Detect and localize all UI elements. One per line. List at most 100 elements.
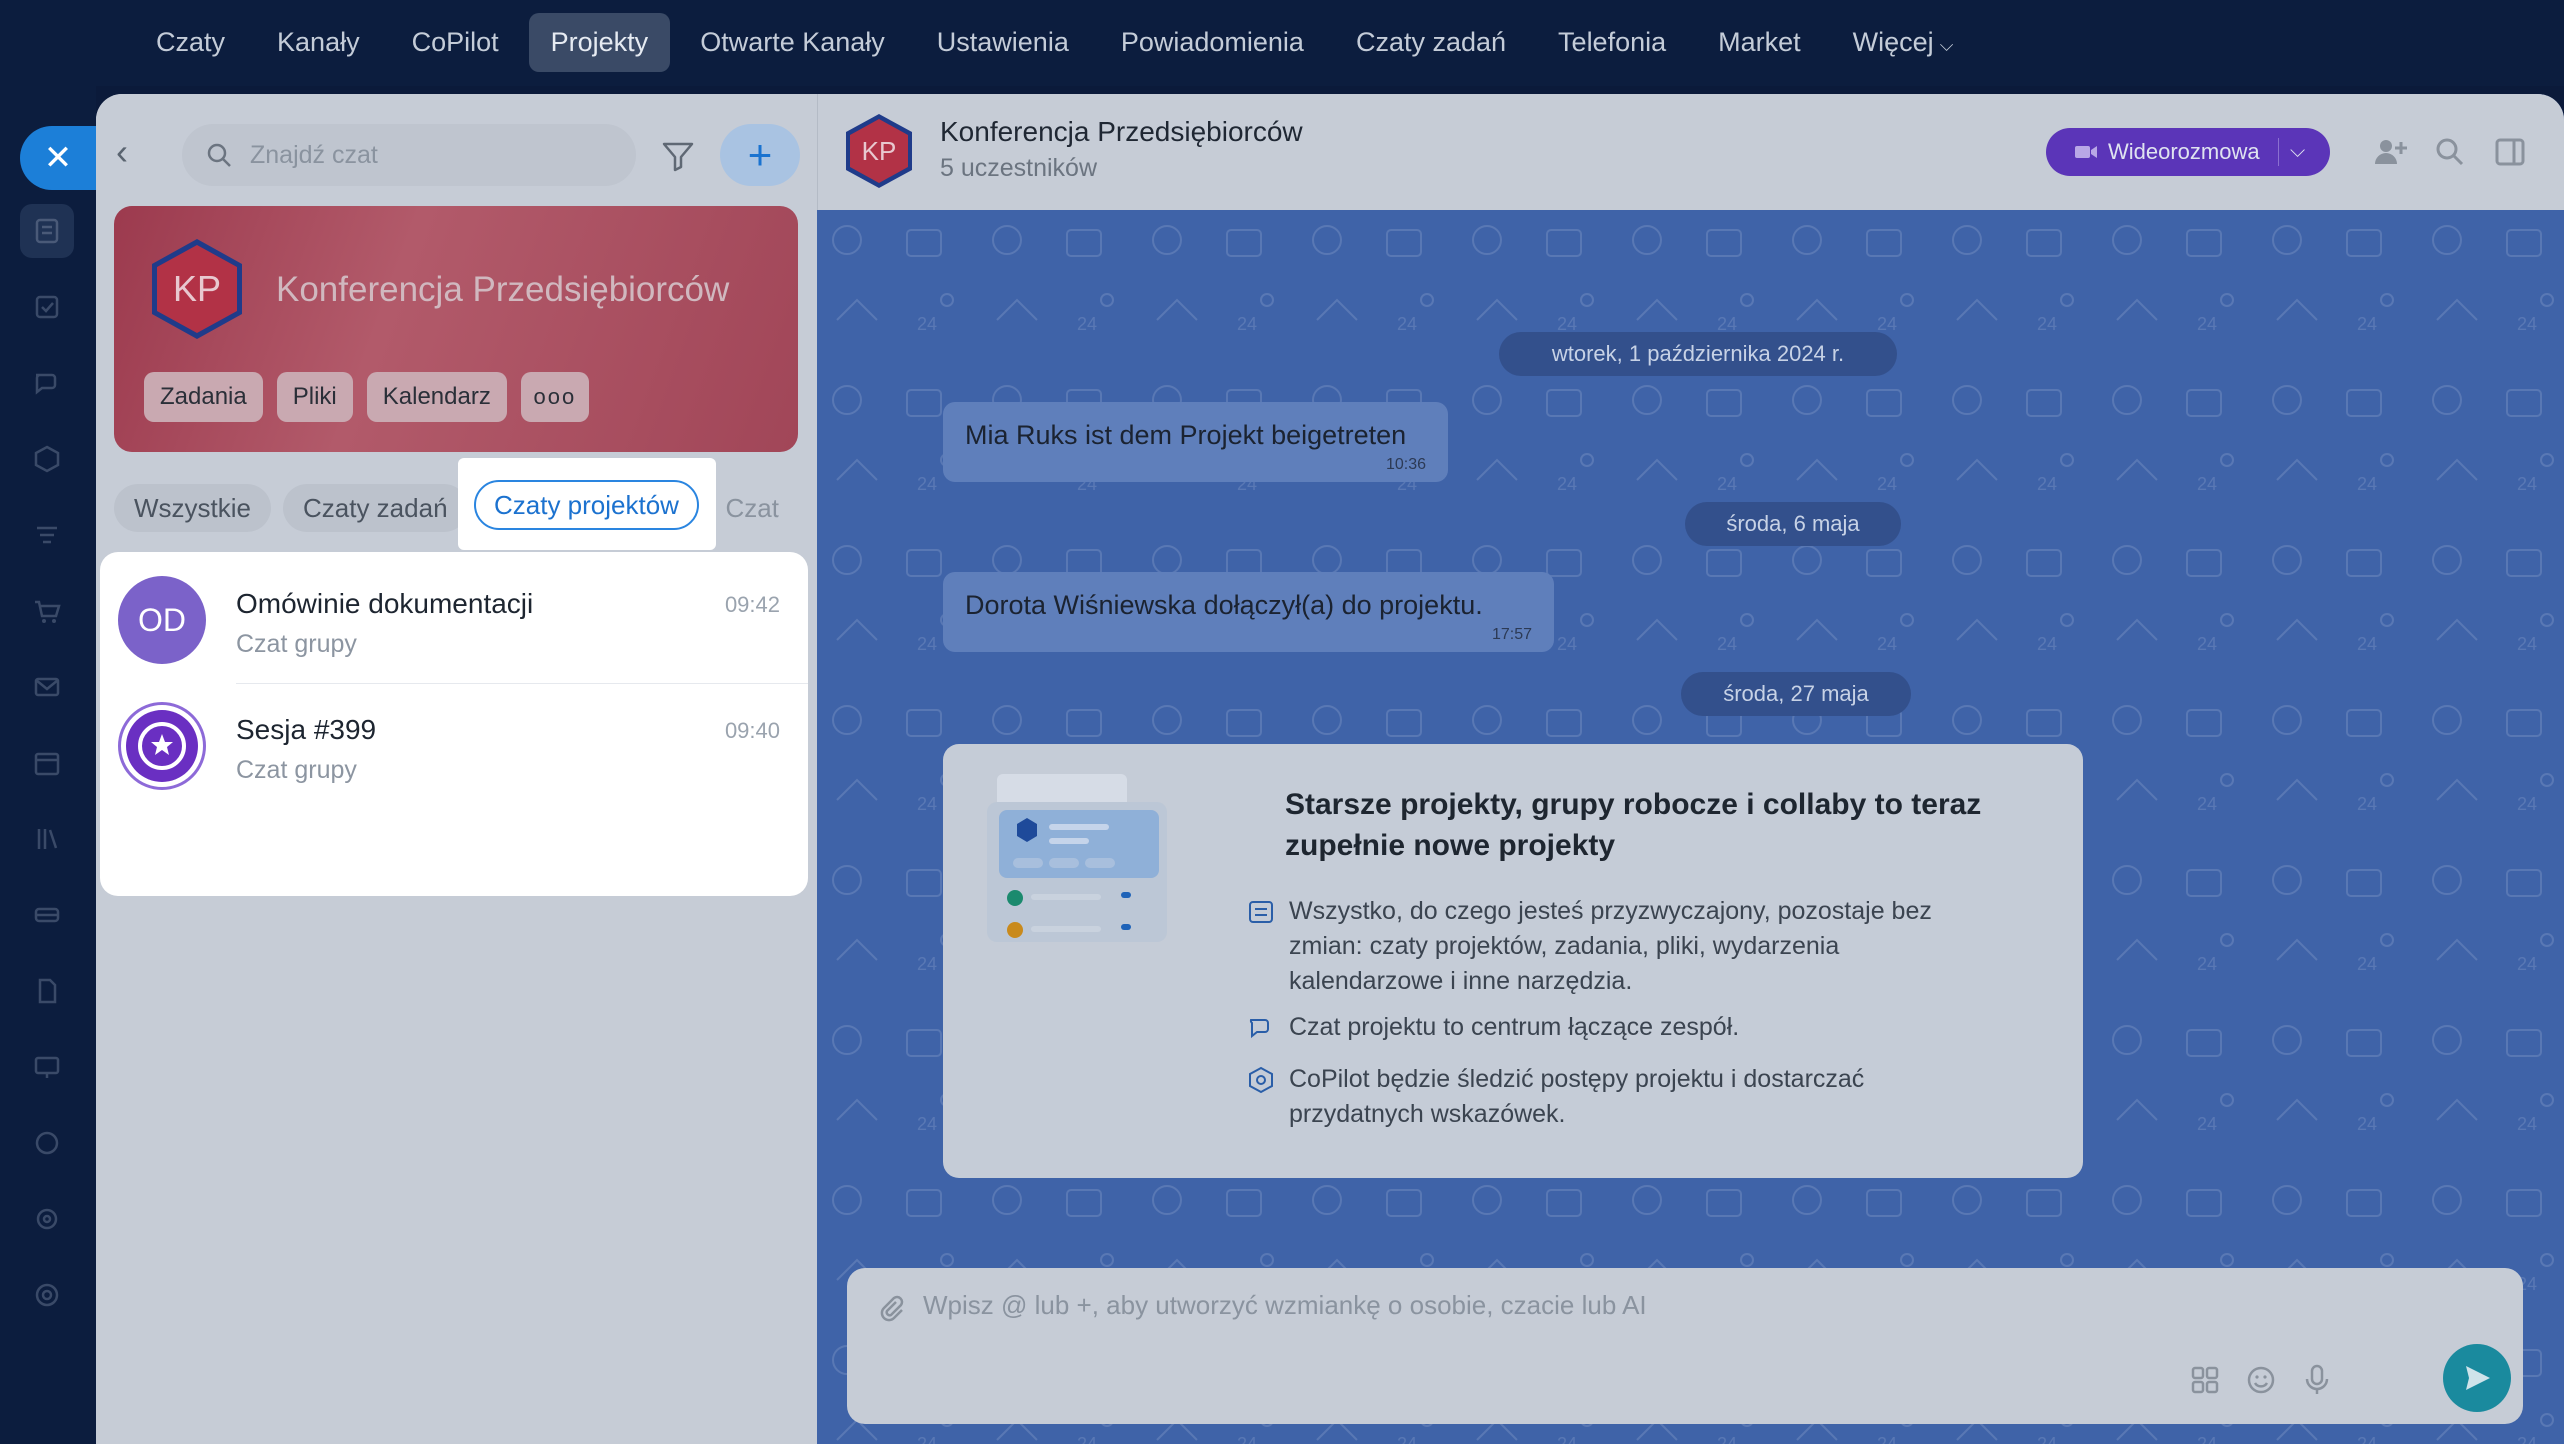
divider [2278, 138, 2279, 166]
group-session-icon [126, 710, 198, 782]
chat-time: 09:40 [724, 718, 780, 743]
settings-icon[interactable] [20, 1192, 74, 1246]
chat-list: OD Omówinie dokumentacji Czat grupy 09:4… [100, 552, 808, 896]
chat-time: 09:42 [724, 592, 780, 617]
chip-pliki[interactable]: Pliki [276, 372, 353, 422]
nav-item-powiadomienia[interactable]: Powiadomienia [1099, 13, 1326, 72]
tab-czaty-zadan[interactable]: Czaty zadań [283, 484, 468, 532]
info-bullet-text: CoPilot będzie śledzić postępy projektu … [1289, 1065, 1865, 1128]
message-text: Mia Ruks ist dem Projekt beigetreten [965, 420, 1407, 450]
top-nav-items: Czaty Kanały CoPilot Projekty Otwarte Ka… [134, 13, 1975, 72]
date-separator: wtorek, 1 października 2024 r. [1499, 332, 1897, 376]
document-icon[interactable] [20, 964, 74, 1018]
filter-icon[interactable] [658, 136, 698, 176]
new-chat-button[interactable]: + [720, 124, 800, 186]
projects-illustration [987, 774, 1167, 942]
circle-icon[interactable] [20, 1116, 74, 1170]
close-icon[interactable]: ✕ [20, 126, 96, 190]
info-bullet: Czat projektu to centrum łączące zespół. [1247, 1010, 2007, 1050]
list-item[interactable]: Sesja #399 Czat grupy 09:40 [100, 684, 808, 810]
nav-item-wiecej[interactable]: Więcej ⌵ [1831, 13, 1976, 72]
send-button[interactable] [2443, 1344, 2511, 1412]
chat-title: Konferencja Przedsiębiorców [940, 116, 1303, 147]
tab-wszystkie[interactable]: Wszystkie [114, 484, 271, 532]
copilot-icon[interactable] [20, 432, 74, 486]
calendar-icon[interactable] [20, 736, 74, 790]
top-navigation: Czaty Kanały CoPilot Projekty Otwarte Ka… [0, 0, 2564, 86]
chevron-down-icon[interactable]: ⌵ [2290, 140, 2305, 163]
info-card-title: Starsze projekty, grupy robocze i collab… [1285, 788, 1982, 862]
cart-icon[interactable] [20, 584, 74, 638]
video-camera-icon [2075, 146, 2097, 158]
nav-item-otwarte-kanaly[interactable]: Otwarte Kanały [678, 13, 907, 72]
chip-kalendarz[interactable]: Kalendarz [366, 372, 507, 422]
video-call-label: Wideorozmowa [2108, 139, 2260, 164]
attachment-icon[interactable] [875, 1292, 907, 1324]
participants-count[interactable]: 5 uczestników [940, 154, 1097, 183]
feed-icon[interactable] [20, 204, 74, 258]
avatar [118, 702, 206, 790]
video-call-button[interactable]: Wideorozmowa ⌵ [2046, 128, 2330, 176]
nav-item-czaty-zadan[interactable]: Czaty zadań [1334, 13, 1528, 72]
checklist-icon [1249, 901, 1273, 923]
search-icon [207, 143, 231, 167]
drive-icon[interactable] [20, 888, 74, 942]
system-message: Dorota Wiśniewska dołączył(a) do projekt… [943, 572, 1554, 652]
chat-list-panel: ‹ + KP Konferencja Przedsiębiorców Zadan… [96, 94, 817, 1444]
more-dots-icon[interactable]: ooo [520, 372, 589, 422]
board-icon[interactable] [20, 1040, 74, 1094]
apps-grid-icon[interactable] [2187, 1362, 2223, 1398]
list-item[interactable]: OD Omówinie dokumentacji Czat grupy 09:4… [100, 558, 808, 684]
microphone-icon[interactable] [2299, 1362, 2335, 1398]
nav-item-copilot[interactable]: CoPilot [390, 13, 521, 72]
project-avatar: KP [152, 239, 242, 339]
nav-item-wiecej-label: Więcej [1852, 27, 1934, 57]
nav-item-market[interactable]: Market [1696, 13, 1823, 72]
chip-zadania[interactable]: Zadania [144, 372, 263, 422]
info-bullet-text: Wszystko, do czego jesteś przyzwyczajony… [1289, 897, 1932, 995]
project-card: KP Konferencja Przedsiębiorców Zadania P… [114, 206, 798, 452]
project-card-chips: Zadania Pliki Kalendarz ooo [144, 372, 589, 422]
message-time: 10:36 [1385, 456, 1426, 473]
nav-item-kanaly[interactable]: Kanały [255, 13, 382, 72]
nav-item-ustawienia[interactable]: Ustawienia [915, 13, 1091, 72]
left-rail: ✕ [0, 86, 96, 1444]
nav-item-projekty[interactable]: Projekty [528, 13, 671, 72]
chat-icon[interactable] [20, 356, 74, 410]
chat-pane: 24 KP Konferencja Przedsiębiorców 5 ucze… [817, 94, 2564, 1444]
emoji-icon[interactable] [2243, 1362, 2279, 1398]
message-time: 17:57 [1491, 626, 1532, 643]
tab-czaty-projektow[interactable]: Czaty projektów [474, 480, 699, 530]
date-separator: środa, 27 maja [1681, 672, 1911, 716]
search-box [182, 124, 636, 186]
project-avatar[interactable]: KP [840, 112, 918, 190]
nav-item-telefonia[interactable]: Telefonia [1536, 13, 1688, 72]
chevron-down-icon: ⌵ [1939, 35, 1954, 55]
back-arrow-icon[interactable]: ‹ [116, 134, 152, 170]
avatar: OD [118, 576, 206, 664]
system-message: Mia Ruks ist dem Projekt beigetreten 10:… [943, 402, 1448, 482]
info-bullet-text: Czat projektu to centrum łączące zespół. [1289, 1013, 1740, 1041]
highlighted-tab-frame: Czaty projektów [458, 458, 716, 550]
info-card: Starsze projekty, grupy robocze i collab… [943, 744, 2083, 1178]
library-icon[interactable] [20, 812, 74, 866]
tasks-icon[interactable] [20, 280, 74, 334]
copilot-icon [1249, 1066, 1273, 1094]
chat-subtitle: Czat grupy [236, 630, 357, 658]
search-input[interactable] [250, 140, 630, 170]
funnel-icon[interactable] [20, 508, 74, 562]
plus-icon: + [747, 131, 773, 178]
svg-text:KP: KP [862, 136, 897, 166]
add-user-icon[interactable] [2370, 132, 2410, 172]
mail-icon[interactable] [20, 660, 74, 714]
target-icon[interactable] [20, 1268, 74, 1322]
project-card-title: Konferencja Przedsiębiorców [276, 270, 730, 309]
tab-czat-truncated[interactable]: Czat [714, 484, 780, 532]
message-input[interactable] [923, 1290, 2423, 1330]
sidebar-toggle-icon[interactable] [2490, 132, 2530, 172]
nav-item-czaty[interactable]: Czaty [134, 13, 247, 72]
send-arrow-icon [2466, 1366, 2490, 1390]
date-separator: środa, 6 maja [1685, 502, 1901, 546]
search-icon[interactable] [2430, 132, 2470, 172]
chat-bubbles-icon [1249, 1019, 1269, 1039]
